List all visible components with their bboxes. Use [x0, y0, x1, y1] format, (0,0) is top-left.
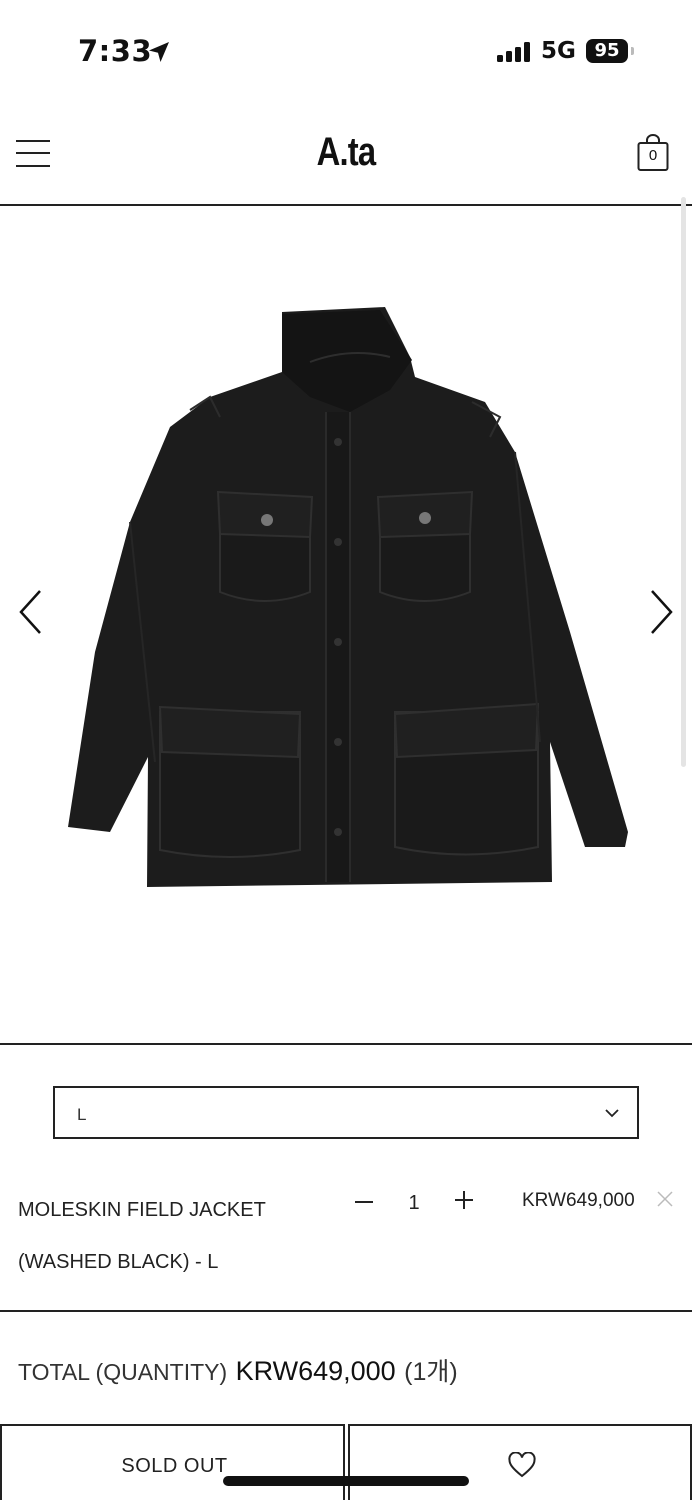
location-arrow-icon: [149, 42, 169, 62]
heart-icon: [508, 1452, 536, 1478]
product-image: [68, 307, 628, 887]
site-header: A.ta 0: [0, 100, 692, 206]
minus-icon[interactable]: [352, 1190, 376, 1214]
status-bar: 7:33 5G 95: [0, 0, 692, 100]
wishlist-button[interactable]: [348, 1424, 692, 1500]
chevron-right-icon[interactable]: [646, 587, 676, 637]
sold-out-label: SOLD OUT: [121, 1455, 228, 1477]
cart-count: 0: [648, 147, 658, 164]
total-price: KRW649,000: [235, 1356, 396, 1386]
selected-option-row: MOLESKIN FIELD JACKET (WASHED BLACK) - L…: [0, 1160, 692, 1312]
scrollbar[interactable]: [681, 197, 686, 767]
close-icon[interactable]: [656, 1190, 674, 1208]
chevron-left-icon[interactable]: [16, 587, 46, 637]
quantity-value[interactable]: 1: [400, 1192, 428, 1215]
battery-icon: 95: [586, 39, 628, 63]
cart-button[interactable]: 0: [637, 134, 669, 172]
network-label: 5G: [541, 38, 576, 64]
size-select-value: L: [77, 1105, 87, 1124]
status-time: 7:33: [78, 34, 153, 68]
home-indicator: [223, 1476, 469, 1486]
hamburger-menu-icon[interactable]: [16, 138, 50, 168]
site-logo[interactable]: A.ta: [62, 130, 629, 175]
total-summary: TOTAL (QUANTITY) KRW649,000 (1개): [18, 1352, 458, 1388]
sold-out-button[interactable]: SOLD OUT: [0, 1424, 345, 1500]
total-quantity: (1개): [404, 1358, 458, 1386]
size-select[interactable]: L: [53, 1086, 639, 1139]
total-label: TOTAL (QUANTITY): [18, 1359, 228, 1385]
battery-tip: [631, 47, 634, 55]
option-name: MOLESKIN FIELD JACKET (WASHED BLACK) - L: [18, 1199, 266, 1273]
product-gallery: [0, 197, 692, 1045]
plus-icon[interactable]: [452, 1188, 476, 1212]
option-price: KRW649,000: [522, 1190, 635, 1211]
signal-icon: [497, 42, 530, 62]
chevron-down-icon: [605, 1109, 619, 1118]
battery-level: 95: [594, 40, 620, 61]
